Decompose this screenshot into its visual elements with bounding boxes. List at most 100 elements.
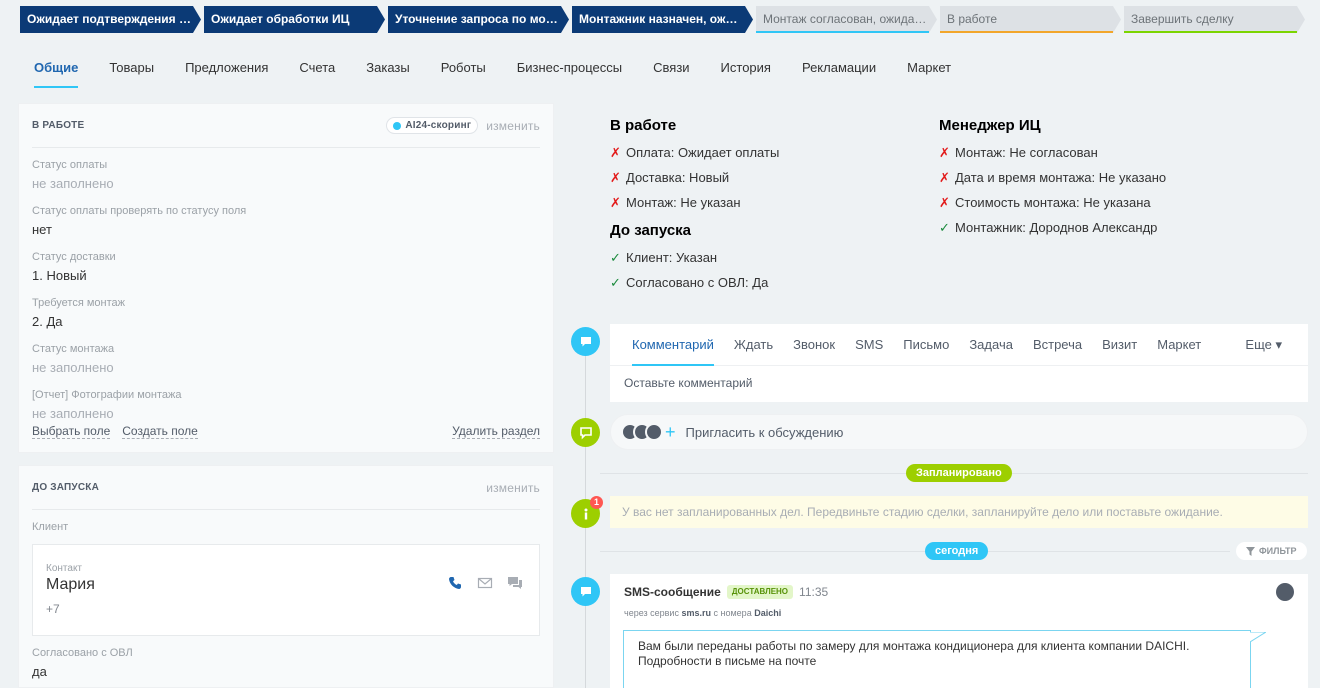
field-item[interactable]: Статус доставки 1. Новый [32, 240, 540, 286]
ai-icon [393, 121, 402, 130]
add-participant-icon[interactable]: + [665, 423, 676, 441]
invite-label: Пригласить к обсуждению [685, 424, 844, 440]
sms-time: 11:35 [799, 585, 829, 599]
tab-1[interactable]: Общие [20, 48, 92, 88]
contact-card[interactable]: Контакт Мария +7 [32, 544, 540, 636]
sms-activity: SMS-сообщение доставлено 11:35 через сер… [610, 574, 1308, 688]
composer-tab-1[interactable]: Комментарий [622, 324, 724, 366]
cross-icon: ✗ [610, 145, 621, 160]
comment-input[interactable]: Оставьте комментарий [610, 366, 1308, 400]
sms-sender: Daichi [754, 608, 782, 618]
stage-1[interactable]: Ожидает подтверждения ОКК [20, 6, 201, 33]
summary-item-text: Монтажник: Дороднов Александр [955, 220, 1158, 235]
field-value: 1. Новый [32, 268, 87, 283]
composer-tab-5[interactable]: Письмо [893, 324, 959, 366]
tab-4[interactable]: Счета [285, 48, 349, 88]
phone-icon[interactable] [447, 575, 463, 591]
tab-10[interactable]: Рекламации [788, 48, 890, 88]
field-label: Статус оплаты [32, 159, 108, 171]
composer-more-tab[interactable]: Еще ▾ [1235, 324, 1292, 366]
delete-section-link[interactable]: Удалить раздел [452, 424, 540, 439]
bubble-tail-icon [1250, 632, 1266, 642]
summary-item-text: Оплата: Ожидает оплаты [626, 145, 780, 160]
field-item[interactable]: Требуется монтаж 2. Да [32, 286, 540, 332]
sms-message: Вам были переданы работы по замеру для м… [623, 630, 1251, 688]
comment-timeline-icon [571, 327, 600, 356]
field-value: нет [32, 222, 52, 237]
field-item[interactable]: Статус оплаты не заполнено [32, 148, 540, 194]
summary-item-text: Клиент: Указан [626, 250, 718, 265]
contact-phone: +7 [46, 602, 60, 616]
section-in-work: В РАБОТЕ AI24-скоринг изменить Статус оп… [18, 103, 554, 453]
composer-tab-4[interactable]: SMS [845, 324, 893, 366]
tab-2[interactable]: Товары [95, 48, 168, 88]
deal-tabs: Общие Товары Предложения Счета Заказы Роботы Б… [20, 48, 968, 88]
summary-item-text: Дата и время монтажа: Не указано [955, 170, 1167, 185]
field-label: Требуется монтаж [32, 297, 125, 309]
create-field-link[interactable]: Создать поле [122, 424, 198, 439]
summary-title: В работе [610, 117, 677, 134]
tab-8[interactable]: Связи [639, 48, 703, 88]
change-section-link[interactable]: изменить [486, 119, 540, 133]
ai-scoring-label: AI24-скоринг [405, 120, 472, 131]
tab-6[interactable]: Роботы [427, 48, 500, 88]
composer-tab-6[interactable]: Задача [959, 324, 1023, 366]
summary-item-text: Стоимость монтажа: Не указана [955, 195, 1151, 210]
composer-tab-8[interactable]: Визит [1092, 324, 1147, 366]
stage-6[interactable]: В работе [940, 6, 1121, 33]
field-label: Статус оплаты проверять по статусу поля [32, 205, 247, 217]
divider [600, 551, 1230, 552]
cross-icon: ✗ [610, 170, 621, 185]
field-agreed-ovl: Согласовано с ОВЛ да [32, 636, 540, 682]
field-value: да [32, 664, 47, 679]
field-value: 2. Да [32, 314, 63, 329]
invite-to-discussion[interactable]: + Пригласить к обсуждению [610, 414, 1308, 450]
composer-tab-3[interactable]: Звонок [783, 324, 845, 366]
composer-tab-7[interactable]: Встреча [1023, 324, 1092, 366]
field-item[interactable]: Статус оплаты проверять по статусу поля н… [32, 194, 540, 240]
summary-item: ✗ Монтаж: Не согласован [939, 140, 1166, 165]
tab-11[interactable]: Маркет [893, 48, 965, 88]
stage-5[interactable]: Монтаж согласован, ожидает … [756, 6, 937, 33]
stage-2[interactable]: Ожидает обработки ИЦ [204, 6, 385, 33]
filter-button[interactable]: ФИЛЬТР [1236, 542, 1307, 560]
tab-9[interactable]: История [707, 48, 785, 88]
change-section-link[interactable]: изменить [486, 481, 540, 495]
chat-timeline-icon [571, 418, 600, 447]
activity-composer: Комментарий Ждать Звонок SMS Письмо Задача Вст… [610, 324, 1308, 402]
summary-title: Менеджер ИЦ [939, 117, 1041, 134]
stage-4[interactable]: Монтажник назначен, ожида… [572, 6, 753, 33]
summary-item: ✓ Согласовано с ОВЛ: Да [610, 270, 779, 295]
user-avatar-icon[interactable] [1276, 583, 1294, 601]
composer-tab-2[interactable]: Ждать [724, 324, 783, 366]
delivered-badge: доставлено [726, 585, 794, 599]
ai-scoring-badge[interactable]: AI24-скоринг [386, 117, 479, 134]
summary-item: ✗ Стоимость монтажа: Не указана [939, 190, 1166, 215]
composer-tab-9[interactable]: Маркет [1147, 324, 1211, 366]
chat-icon[interactable] [507, 575, 523, 591]
field-label: Статус монтажа [32, 343, 115, 355]
planned-pill: Запланировано [906, 464, 1012, 482]
email-icon[interactable] [477, 575, 493, 591]
tab-3[interactable]: Предложения [171, 48, 282, 88]
field-label: Согласовано с ОВЛ [32, 647, 133, 659]
field-label: Клиент [32, 521, 69, 533]
summary-item-text: Монтаж: Не указан [626, 195, 741, 210]
cross-icon: ✗ [939, 195, 950, 210]
field-label: [Отчет] Фотографии монтажа [32, 389, 182, 401]
tab-7[interactable]: Бизнес-процессы [503, 48, 636, 88]
select-field-link[interactable]: Выбрать поле [32, 424, 111, 439]
sms-title: SMS-сообщение [624, 585, 721, 599]
section-title: В РАБОТЕ [32, 120, 85, 131]
field-item[interactable]: [Отчет] Фотографии монтажа не заполнено [32, 378, 540, 424]
field-item[interactable]: Статус монтажа не заполнено [32, 332, 540, 378]
via-prefix: через сервис [624, 608, 679, 618]
tab-5[interactable]: Заказы [352, 48, 423, 88]
summary-item-text: Согласовано с ОВЛ: Да [626, 275, 769, 290]
stage-3[interactable]: Уточнение запроса по монта… [388, 6, 569, 33]
sms-line: Вам были переданы работы по замеру для м… [638, 639, 1190, 653]
stage-7[interactable]: Завершить сделку [1124, 6, 1305, 33]
sms-service: sms.ru [681, 608, 711, 618]
sms-line: Подробности в письме на почте [638, 654, 817, 668]
summary-item: ✗ Монтаж: Не указан [610, 190, 779, 215]
